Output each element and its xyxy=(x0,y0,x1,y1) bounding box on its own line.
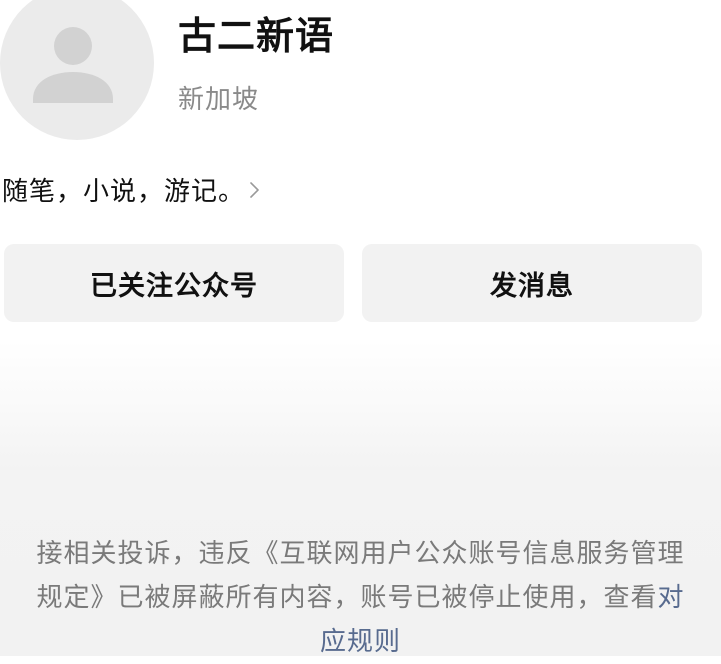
default-user-icon xyxy=(33,27,113,103)
followed-account-button[interactable]: 已关注公众号 xyxy=(4,244,344,322)
account-blocked-notice: 接相关投诉，违反《互联网用户公众账号信息服务管理规定》已被屏蔽所有内容，账号已被… xyxy=(30,532,691,664)
notice-text: 接相关投诉，违反《互联网用户公众账号信息服务管理规定》已被屏蔽所有内容，账号已被… xyxy=(36,539,685,613)
account-name: 古二新语 xyxy=(178,14,335,58)
chevron-right-icon xyxy=(249,172,261,212)
avatar[interactable] xyxy=(0,0,154,140)
account-location: 新加坡 xyxy=(178,85,260,115)
bio-text: 随笔，小说，游记。 xyxy=(2,177,246,207)
send-message-button[interactable]: 发消息 xyxy=(362,244,702,322)
account-bio[interactable]: 随笔，小说，游记。 xyxy=(2,172,261,212)
